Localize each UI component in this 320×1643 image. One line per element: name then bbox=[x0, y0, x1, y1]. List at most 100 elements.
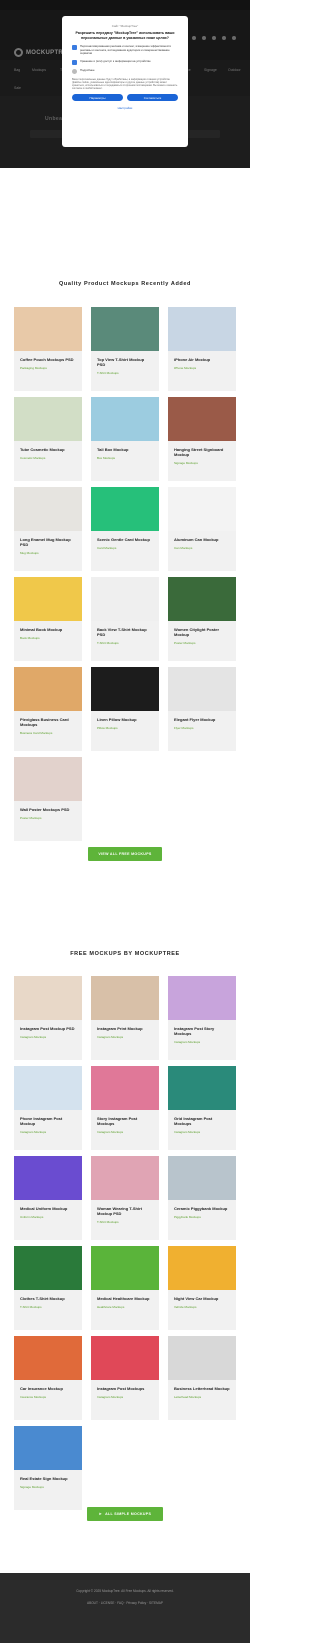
mockup-card[interactable]: Instagram Post Mockup PSD Instagram Mocku… bbox=[14, 976, 82, 1060]
mockup-title[interactable]: Business Letterhead Mockup bbox=[174, 1386, 230, 1391]
mockup-thumbnail[interactable] bbox=[91, 1156, 159, 1200]
mockup-thumbnail[interactable] bbox=[91, 1336, 159, 1380]
mockup-category[interactable]: Instagram Mockups bbox=[97, 1395, 153, 1399]
mockup-category[interactable]: Packaging Mockups bbox=[20, 366, 76, 370]
mockup-thumbnail[interactable] bbox=[168, 1246, 236, 1290]
mockup-title[interactable]: Wall Poster Mockups PSD bbox=[20, 807, 76, 812]
mockup-card[interactable]: Hanging Street Signboard Mockup Signage M… bbox=[168, 397, 236, 481]
mockup-card[interactable]: Plexiglass Business Card Mockups Business… bbox=[14, 667, 82, 751]
mockup-category[interactable]: Poster Mockups bbox=[20, 816, 76, 820]
mockup-thumbnail[interactable] bbox=[168, 976, 236, 1020]
mockup-category[interactable]: Instagram Mockups bbox=[97, 1130, 153, 1134]
mockup-thumbnail[interactable] bbox=[14, 1066, 82, 1110]
mockup-thumbnail[interactable] bbox=[14, 1156, 82, 1200]
mockup-category[interactable]: Can Mockups bbox=[174, 546, 230, 550]
mockup-card[interactable]: Ceramic Piggybank Mockup Piggybank Mockup… bbox=[168, 1156, 236, 1240]
consent-option-ads[interactable]: Персонализированная реклама и контент, и… bbox=[72, 44, 178, 56]
mockup-thumbnail[interactable] bbox=[168, 1066, 236, 1110]
mockup-thumbnail[interactable] bbox=[168, 307, 236, 351]
mockup-title[interactable]: Clothes T-Shirt Mockup bbox=[20, 1296, 76, 1301]
mockup-category[interactable]: Instagram Mockups bbox=[20, 1035, 76, 1039]
mockup-thumbnail[interactable] bbox=[91, 976, 159, 1020]
mockup-category[interactable]: Instagram Mockups bbox=[174, 1130, 230, 1134]
mockup-title[interactable]: Plexiglass Business Card Mockups bbox=[20, 717, 76, 727]
accept-button[interactable]: Согласиться bbox=[127, 94, 178, 102]
mockup-category[interactable]: Vehicle Mockups bbox=[174, 1305, 230, 1309]
mockup-title[interactable]: Instagram Post Mockup PSD bbox=[20, 1026, 76, 1031]
mockup-thumbnail[interactable] bbox=[91, 397, 159, 441]
mockup-card[interactable]: Medical Healthcare Mockup Healthcare Mock… bbox=[91, 1246, 159, 1330]
footer-links[interactable]: ABOUT · LICENSE · FAQ · Privacy Policy ·… bbox=[0, 1601, 250, 1605]
mockup-card[interactable]: Tube Cosmetic Mockup Cosmetic Mockups bbox=[14, 397, 82, 481]
mockup-thumbnail[interactable] bbox=[14, 577, 82, 621]
mockup-category[interactable]: Insurance Mockups bbox=[20, 1395, 76, 1399]
mockup-thumbnail[interactable] bbox=[14, 1336, 82, 1380]
mockup-title[interactable]: Elegant Flyer Mockup bbox=[174, 717, 230, 722]
mockup-card[interactable]: Night View Car Mockup Vehicle Mockups bbox=[168, 1246, 236, 1330]
mockup-title[interactable]: Scenic Gentle Card Mockup bbox=[97, 537, 153, 542]
mockup-title[interactable]: Medical Healthcare Mockup bbox=[97, 1296, 153, 1301]
checkbox-icon[interactable] bbox=[72, 59, 77, 65]
mockup-title[interactable]: Instagram Print Mockup bbox=[97, 1026, 153, 1031]
mockup-card[interactable]: Business Letterhead Mockup Letterhead Moc… bbox=[168, 1336, 236, 1420]
mockup-card[interactable]: Minimal Book Mockup Book Mockups bbox=[14, 577, 82, 661]
mockup-thumbnail[interactable] bbox=[91, 1246, 159, 1290]
mockup-category[interactable]: T-Shirt Mockups bbox=[97, 371, 153, 375]
mockup-thumbnail[interactable] bbox=[14, 397, 82, 441]
mockup-card[interactable]: Medical Uniform Mockup Uniform Mockups bbox=[14, 1156, 82, 1240]
mockup-card[interactable]: Tall Box Mockup Box Mockups bbox=[91, 397, 159, 481]
consent-option-more[interactable]: Подробнее bbox=[72, 68, 178, 74]
mockup-card[interactable]: Woman Wearing T-Shirt Mockup PSD T-Shirt … bbox=[91, 1156, 159, 1240]
mockup-category[interactable]: Pillow Mockups bbox=[97, 726, 153, 730]
mockup-card[interactable]: Scenic Gentle Card Mockup Card Mockups bbox=[91, 487, 159, 571]
mockup-thumbnail[interactable] bbox=[91, 487, 159, 531]
mockup-title[interactable]: Woman Wearing T-Shirt Mockup PSD bbox=[97, 1206, 153, 1216]
mockup-category[interactable]: Piggybank Mockups bbox=[174, 1215, 230, 1219]
mockup-category[interactable]: Flyer Mockups bbox=[174, 726, 230, 730]
mockup-thumbnail[interactable] bbox=[168, 487, 236, 531]
mockup-title[interactable]: Grid Instagram Post Mockups bbox=[174, 1116, 230, 1126]
mockup-title[interactable]: Linen Pillow Mockup bbox=[97, 717, 153, 722]
mockup-category[interactable]: Box Mockups bbox=[97, 456, 153, 460]
mockup-thumbnail[interactable] bbox=[168, 577, 236, 621]
mockup-category[interactable]: Instagram Mockups bbox=[20, 1130, 76, 1134]
mockup-title[interactable]: Long Enamel Mug Mockup PSD bbox=[20, 537, 76, 547]
consent-option-storage[interactable]: Хранение и (или) доступ к информации на … bbox=[72, 59, 178, 65]
mockup-thumbnail[interactable] bbox=[14, 1246, 82, 1290]
mockup-category[interactable]: Uniform Mockups bbox=[20, 1215, 76, 1219]
mockup-title[interactable]: Real Estate Sign Mockup bbox=[20, 1476, 76, 1481]
mockup-thumbnail[interactable] bbox=[14, 667, 82, 711]
mockup-card[interactable]: Phone Instagram Post Mockup Instagram Moc… bbox=[14, 1066, 82, 1150]
mockup-card[interactable]: Back View T-Shirt Mockup PSD T-Shirt Mock… bbox=[91, 577, 159, 661]
mockup-card[interactable]: iPhone Air Mockup iPhone Mockups bbox=[168, 307, 236, 391]
mockup-category[interactable]: Cosmetic Mockups bbox=[20, 456, 76, 460]
checkbox-icon[interactable] bbox=[72, 45, 77, 50]
mockup-thumbnail[interactable] bbox=[168, 1156, 236, 1200]
mockup-card[interactable]: Instagram Post Story Mockups Instagram Mo… bbox=[168, 976, 236, 1060]
mockup-thumbnail[interactable] bbox=[168, 397, 236, 441]
all-simple-mockups-button[interactable]: ➤ ALL SIMPLE MOCKUPS bbox=[87, 1507, 163, 1521]
mockup-title[interactable]: Hanging Street Signboard Mockup bbox=[174, 447, 230, 457]
mockup-title[interactable]: Medical Uniform Mockup bbox=[20, 1206, 76, 1211]
mockup-thumbnail[interactable] bbox=[14, 976, 82, 1020]
mockup-title[interactable]: Car Insurance Mockup bbox=[20, 1386, 76, 1391]
mockup-card[interactable]: Top View T-Shirt Mockup PSD T-Shirt Mocku… bbox=[91, 307, 159, 391]
mockup-title[interactable]: Coffee Pouch Mockups PSD bbox=[20, 357, 76, 362]
view-all-free-mockups-button[interactable]: VIEW ALL FREE MOCKUPS bbox=[88, 847, 162, 861]
mockup-category[interactable]: Instagram Mockups bbox=[97, 1035, 153, 1039]
mockup-category[interactable]: Card Mockups bbox=[97, 546, 153, 550]
mockup-card[interactable]: Instagram Print Mockup Instagram Mockups bbox=[91, 976, 159, 1060]
mockup-title[interactable]: Phone Instagram Post Mockup bbox=[20, 1116, 76, 1126]
mockup-thumbnail[interactable] bbox=[14, 757, 82, 801]
mockup-card[interactable]: Wall Poster Mockups PSD Poster Mockups bbox=[14, 757, 82, 841]
mockup-thumbnail[interactable] bbox=[168, 667, 236, 711]
mockup-title[interactable]: Instagram Post Story Mockups bbox=[174, 1026, 230, 1036]
mockup-thumbnail[interactable] bbox=[91, 577, 159, 621]
mockup-category[interactable]: T-Shirt Mockups bbox=[97, 1220, 153, 1224]
mockup-title[interactable]: Back View T-Shirt Mockup PSD bbox=[97, 627, 153, 637]
mockup-title[interactable]: Ceramic Piggybank Mockup bbox=[174, 1206, 230, 1211]
mockup-title[interactable]: Night View Car Mockup bbox=[174, 1296, 230, 1301]
mockup-title[interactable]: Tall Box Mockup bbox=[97, 447, 153, 452]
settings-link[interactable]: Настройки bbox=[72, 106, 178, 110]
mockup-thumbnail[interactable] bbox=[91, 307, 159, 351]
